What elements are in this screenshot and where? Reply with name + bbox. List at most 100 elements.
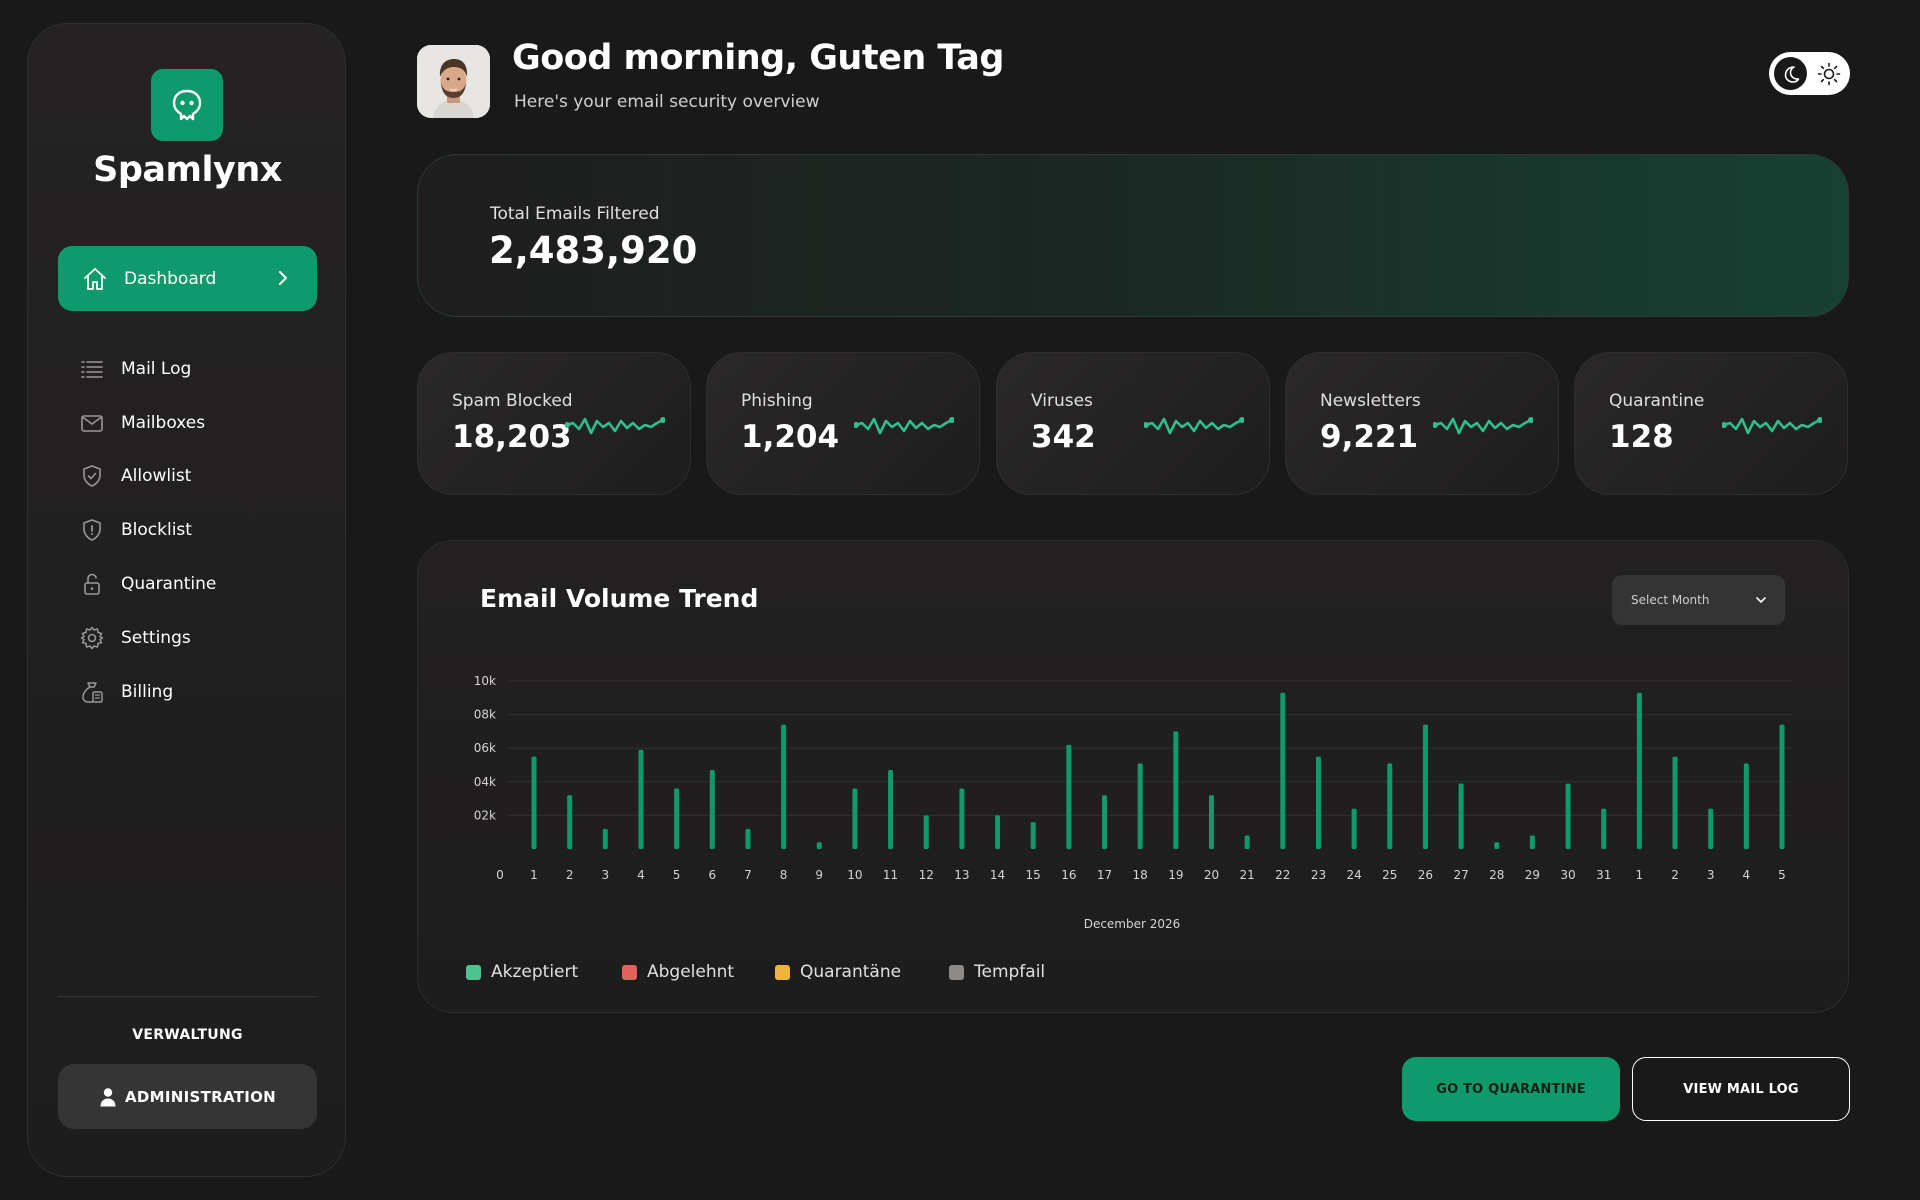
total-value: 2,483,920	[489, 229, 698, 272]
x-tick-label: 27	[1453, 868, 1468, 882]
x-tick-label: 6	[708, 868, 716, 882]
administration-label: ADMINISTRATION	[124, 1087, 277, 1106]
legend-item-akzeptiert[interactable]: Akzeptiert	[466, 962, 578, 982]
chart-bar	[852, 788, 858, 849]
sidebar-item-label: Quarantine	[121, 574, 217, 594]
stat-card-spam-blocked[interactable]: Spam Blocked 18,203	[417, 352, 691, 495]
chart-bar	[1636, 692, 1642, 849]
chart-bar	[995, 815, 1001, 849]
sparkline-icon	[1722, 417, 1822, 435]
chart-bar	[1422, 724, 1428, 849]
x-tick-label: 15	[1026, 868, 1041, 882]
legend-label: Abgelehnt	[647, 962, 735, 982]
x-tick-label: 28	[1489, 868, 1504, 882]
view-mail-log-button[interactable]: VIEW MAIL LOG	[1632, 1057, 1850, 1121]
x-tick-label: 25	[1382, 868, 1397, 882]
sidebar-item-label: Mail Log	[121, 359, 192, 379]
chart-bar	[781, 724, 787, 849]
list-icon	[81, 361, 103, 378]
legend-item-abgelehnt[interactable]: Abgelehnt	[622, 962, 734, 982]
x-tick-label: 3	[1707, 868, 1715, 882]
x-tick-label: 17	[1097, 868, 1112, 882]
x-tick-label: 16	[1061, 868, 1076, 882]
stat-card-quarantine[interactable]: Quarantine 128	[1574, 352, 1848, 495]
legend-item-quarantaene[interactable]: Quarantäne	[775, 962, 901, 982]
x-tick-label: 26	[1418, 868, 1433, 882]
sidebar-item-label: Mailboxes	[121, 413, 206, 433]
sidebar-item-blocklist[interactable]: Blocklist	[79, 515, 192, 545]
chart-bar	[959, 788, 965, 849]
x-tick-label: 10	[847, 868, 862, 882]
sidebar-item-mailboxes[interactable]: Mailboxes	[79, 408, 205, 438]
go-to-quarantine-button[interactable]: GO TO QUARANTINE	[1402, 1057, 1620, 1121]
sidebar-item-mail-log[interactable]: Mail Log	[79, 354, 191, 384]
chart-bar	[1315, 756, 1321, 849]
shield-check-icon	[83, 465, 101, 487]
mail-icon	[81, 415, 103, 432]
page-subtitle: Here's your email security overview	[514, 92, 820, 112]
chart-bar	[1779, 724, 1785, 849]
chart-bar	[1458, 783, 1464, 849]
sparkline-path	[854, 417, 954, 435]
legend-label: Akzeptiert	[491, 962, 579, 982]
chart-bar	[1672, 756, 1678, 849]
x-tick-label: 2	[1671, 868, 1679, 882]
sidebar-item-allowlist[interactable]: Allowlist	[79, 461, 191, 491]
x-tick-label: 22	[1275, 868, 1290, 882]
chart-bar	[1529, 835, 1535, 849]
chevron-right-icon	[279, 271, 287, 285]
theme-toggle[interactable]	[1769, 52, 1850, 95]
chart-bar	[1351, 808, 1357, 849]
sparkline-icon	[1433, 417, 1533, 435]
sparkline-path	[1433, 417, 1533, 435]
x-tick-label: 1	[1636, 868, 1644, 882]
chart-bar	[1280, 692, 1286, 849]
sidebar: Spamlynx Dashboard Mail Log Mailboxes Al…	[27, 23, 346, 1177]
chart-bar	[1244, 835, 1250, 849]
chart-bar	[567, 795, 573, 849]
chart-bar	[638, 749, 644, 849]
sidebar-item-label: Billing	[121, 682, 174, 702]
chart-bar	[1601, 808, 1607, 849]
administration-button[interactable]: ADMINISTRATION	[58, 1064, 317, 1129]
stat-label: Phishing	[741, 391, 813, 411]
avatar[interactable]	[417, 45, 490, 118]
billing-icon	[82, 682, 103, 703]
y-tick-label: 06k	[474, 741, 496, 755]
sidebar-item-billing[interactable]: Billing	[79, 677, 173, 707]
chart-bar	[1030, 822, 1036, 849]
legend-swatch	[949, 964, 964, 980]
x-tick-label: 31	[1596, 868, 1611, 882]
user-icon	[100, 1087, 116, 1106]
x-tick-label: 5	[1778, 868, 1786, 882]
stat-label: Quarantine	[1609, 391, 1705, 411]
stat-card-viruses[interactable]: Viruses 342	[996, 352, 1270, 495]
logo-icon	[151, 69, 223, 141]
stat-value: 1,204	[741, 419, 840, 455]
sidebar-item-quarantine[interactable]: Quarantine	[79, 569, 216, 599]
stat-card-newsletters[interactable]: Newsletters 9,221	[1285, 352, 1559, 495]
chart-bar	[674, 788, 680, 849]
x-tick-label: 21	[1240, 868, 1255, 882]
sidebar-item-label: Blocklist	[121, 520, 192, 540]
x-tick-label: 4	[1743, 868, 1751, 882]
stat-value: 18,203	[452, 419, 572, 455]
sidebar-divider	[58, 996, 317, 997]
sidebar-item-settings[interactable]: Settings	[79, 623, 191, 653]
chart-bar	[816, 842, 822, 849]
stat-label: Viruses	[1031, 391, 1093, 411]
chart-bar	[531, 756, 537, 849]
sparkline-icon	[565, 417, 665, 435]
sidebar-item-dashboard[interactable]: Dashboard	[58, 246, 317, 311]
chart-bar	[888, 770, 894, 849]
legend-label: Tempfail	[974, 962, 1046, 982]
home-icon	[84, 267, 106, 290]
legend-item-tempfail[interactable]: Tempfail	[949, 962, 1045, 982]
chart-bar	[1173, 731, 1179, 849]
stat-card-phishing[interactable]: Phishing 1,204	[706, 352, 980, 495]
stat-value: 128	[1609, 419, 1674, 455]
x-tick-label: 24	[1346, 868, 1361, 882]
bar-chart: 02k04k06k08k10k0 1 2 3 4 5 6 7 8 9 10 11 12 13 14 15 16 1…	[474, 674, 1791, 931]
legend-label: Quarantäne	[800, 962, 902, 982]
x-tick-label: 19	[1168, 868, 1183, 882]
